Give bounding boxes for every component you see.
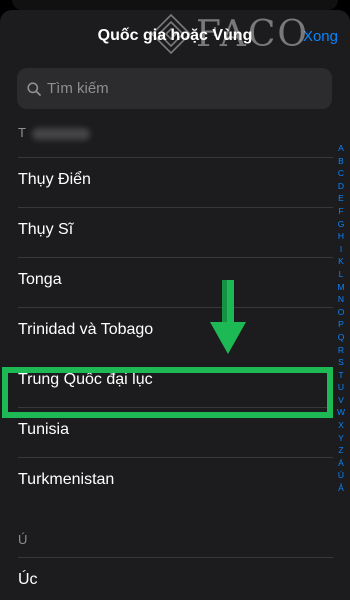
index-letter[interactable]: W <box>337 406 345 419</box>
country-region-sheet: Quốc gia hoặc Vùng Xong F AC O T Thụy Điển… <box>0 10 350 600</box>
list-item-tunisia[interactable]: Tunisia <box>18 421 69 439</box>
background-sheet <box>12 0 338 10</box>
index-letter[interactable]: U <box>338 381 344 394</box>
divider <box>18 257 333 258</box>
divider <box>18 457 333 458</box>
list-item-trinidad-tobago[interactable]: Trinidad và Tobago <box>18 321 153 339</box>
list-item-tonga[interactable]: Tonga <box>18 271 62 289</box>
section-header-u: Ú <box>18 532 28 547</box>
index-letter[interactable]: Ả <box>338 482 344 495</box>
index-letter[interactable]: N <box>338 293 344 306</box>
index-letter[interactable]: S <box>338 356 344 369</box>
search-icon <box>27 81 41 96</box>
index-letter[interactable]: X <box>338 419 344 432</box>
index-letter[interactable]: Q <box>338 331 345 344</box>
page-title: Quốc gia hoặc Vùng <box>97 27 253 44</box>
index-letter[interactable]: D <box>338 180 344 193</box>
section-index[interactable]: A B C D E F G H I K L M N O P Q R S T U … <box>334 142 348 495</box>
divider <box>18 307 333 308</box>
down-arrow-icon <box>210 280 246 354</box>
index-letter[interactable]: I <box>340 243 342 256</box>
index-letter[interactable]: Á <box>338 457 344 470</box>
index-letter[interactable]: Z <box>338 444 343 457</box>
list-item-thuy-dien[interactable]: Thụy Điển <box>18 171 91 189</box>
index-letter[interactable]: K <box>338 255 344 268</box>
index-letter[interactable]: R <box>338 344 344 357</box>
index-letter[interactable]: F <box>338 205 343 218</box>
index-letter[interactable]: M <box>337 281 344 294</box>
divider <box>18 207 333 208</box>
index-letter[interactable]: E <box>338 192 344 205</box>
index-letter[interactable]: Ú <box>338 469 344 482</box>
index-letter[interactable]: H <box>338 230 344 243</box>
index-letter[interactable]: Y <box>338 432 344 445</box>
blurred-text <box>32 128 90 140</box>
search-input[interactable] <box>47 80 317 97</box>
list-item-turkmenistan[interactable]: Turkmenistan <box>18 471 114 489</box>
index-letter[interactable]: T <box>338 369 343 382</box>
index-letter[interactable]: A <box>338 142 344 155</box>
search-field[interactable] <box>17 68 332 109</box>
index-letter[interactable]: O <box>338 306 345 319</box>
index-letter[interactable]: P <box>338 318 344 331</box>
divider <box>18 157 333 158</box>
divider <box>18 557 333 558</box>
section-header-t: T <box>18 125 26 140</box>
index-letter[interactable]: B <box>338 155 344 168</box>
index-letter[interactable]: V <box>338 394 344 407</box>
done-button[interactable]: Xong <box>303 28 338 45</box>
list-item-thuy-si[interactable]: Thụy Sĩ <box>18 221 73 239</box>
selection-highlight-box <box>2 367 333 418</box>
navigation-bar: Quốc gia hoặc Vùng Xong <box>0 10 350 60</box>
index-letter[interactable]: G <box>338 218 345 231</box>
index-letter[interactable]: C <box>338 167 344 180</box>
list-item-uc[interactable]: Úc <box>18 571 38 589</box>
index-letter[interactable]: L <box>339 268 344 281</box>
